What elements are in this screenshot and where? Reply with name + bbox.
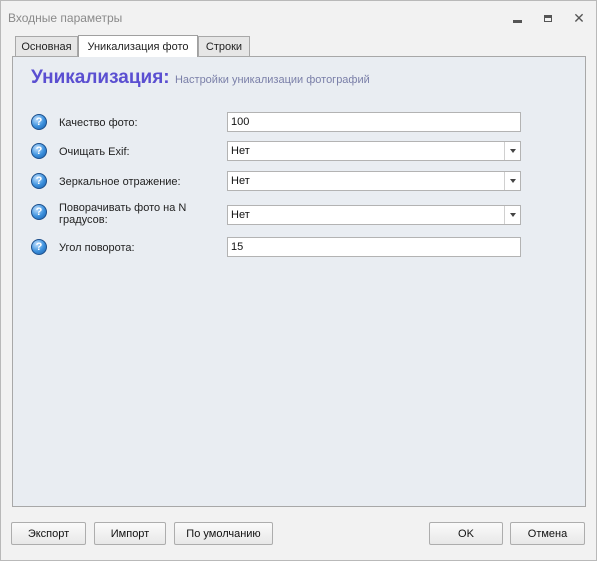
dropdown-button[interactable]: [504, 142, 520, 160]
select-value: Нет: [231, 145, 250, 157]
section-heading: Уникализация: Настройки уникализации фот…: [31, 67, 370, 89]
tab-photo-uniqueness[interactable]: Уникализация фото: [78, 35, 198, 57]
ok-button[interactable]: OK: [429, 522, 503, 545]
param-row-rotate: ? Поворачивать фото на N градусов: Нет: [13, 202, 587, 230]
param-row-quality: ? Качество фото: 100: [13, 112, 587, 134]
param-row-angle: ? Угол поворота: 15: [13, 237, 587, 259]
param-label: Угол поворота:: [59, 242, 135, 254]
dropdown-button[interactable]: [504, 206, 520, 224]
cancel-button[interactable]: Отмена: [510, 522, 585, 545]
export-button[interactable]: Экспорт: [11, 522, 86, 545]
param-label: Поворачивать фото на N градусов:: [59, 202, 187, 226]
minimize-button[interactable]: [508, 10, 526, 26]
tab-main[interactable]: Основная: [15, 36, 78, 56]
help-icon[interactable]: ?: [31, 239, 47, 255]
chevron-down-icon: [509, 179, 516, 183]
select-value: Нет: [231, 175, 250, 187]
minimize-icon: [512, 19, 522, 23]
help-icon[interactable]: ?: [31, 143, 47, 159]
param-label: Зеркальное отражение:: [59, 176, 181, 188]
tab-panel: Уникализация: Настройки уникализации фот…: [12, 56, 586, 507]
title-bar[interactable]: Входные параметры ✕: [1, 1, 596, 34]
param-row-mirror: ? Зеркальное отражение: Нет: [13, 171, 587, 193]
tab-strings[interactable]: Строки: [198, 36, 250, 56]
rotate-select[interactable]: Нет: [227, 205, 521, 225]
clear-exif-select[interactable]: Нет: [227, 141, 521, 161]
import-button[interactable]: Импорт: [94, 522, 166, 545]
help-icon[interactable]: ?: [31, 173, 47, 189]
default-button[interactable]: По умолчанию: [174, 522, 273, 545]
heading-title: Уникализация:: [31, 67, 170, 88]
maximize-button[interactable]: [539, 10, 557, 26]
mirror-select[interactable]: Нет: [227, 171, 521, 191]
quality-input[interactable]: 100: [227, 112, 521, 132]
help-icon[interactable]: ?: [31, 204, 47, 220]
rotation-angle-input[interactable]: 15: [227, 237, 521, 257]
chevron-down-icon: [509, 149, 516, 153]
dialog-window: Входные параметры ✕ Основная Уникализаци…: [0, 0, 597, 561]
help-icon[interactable]: ?: [31, 114, 47, 130]
param-label: Качество фото:: [59, 117, 138, 129]
select-value: Нет: [231, 209, 250, 221]
dropdown-button[interactable]: [504, 172, 520, 190]
heading-subtitle: Настройки уникализации фотографий: [174, 74, 370, 86]
close-button[interactable]: ✕: [570, 10, 588, 26]
param-row-exif: ? Очищать Exif: Нет: [13, 141, 587, 163]
param-label: Очищать Exif:: [59, 146, 130, 158]
maximize-icon: [544, 14, 552, 22]
close-icon: ✕: [573, 10, 585, 26]
window-title: Входные параметры: [8, 11, 123, 25]
chevron-down-icon: [509, 213, 516, 217]
